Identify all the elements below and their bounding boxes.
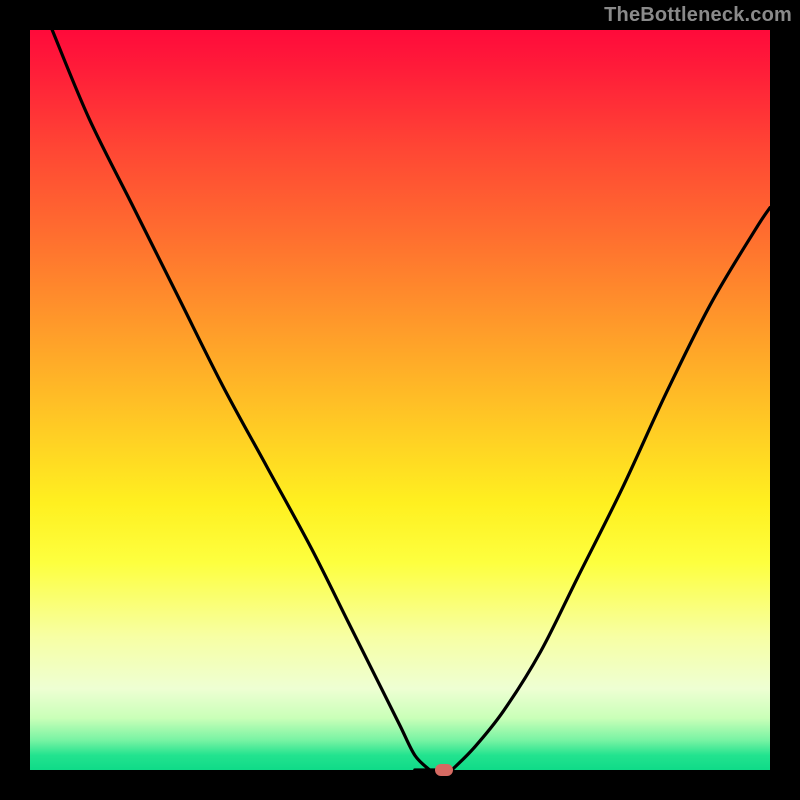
chart-plot-area [30, 30, 770, 770]
chart-frame: TheBottleneck.com [0, 0, 800, 800]
chart-curve [30, 30, 770, 770]
bottleneck-marker [435, 764, 453, 776]
watermark-text: TheBottleneck.com [604, 4, 792, 27]
curve-left [52, 30, 429, 770]
curve-right [452, 208, 770, 770]
